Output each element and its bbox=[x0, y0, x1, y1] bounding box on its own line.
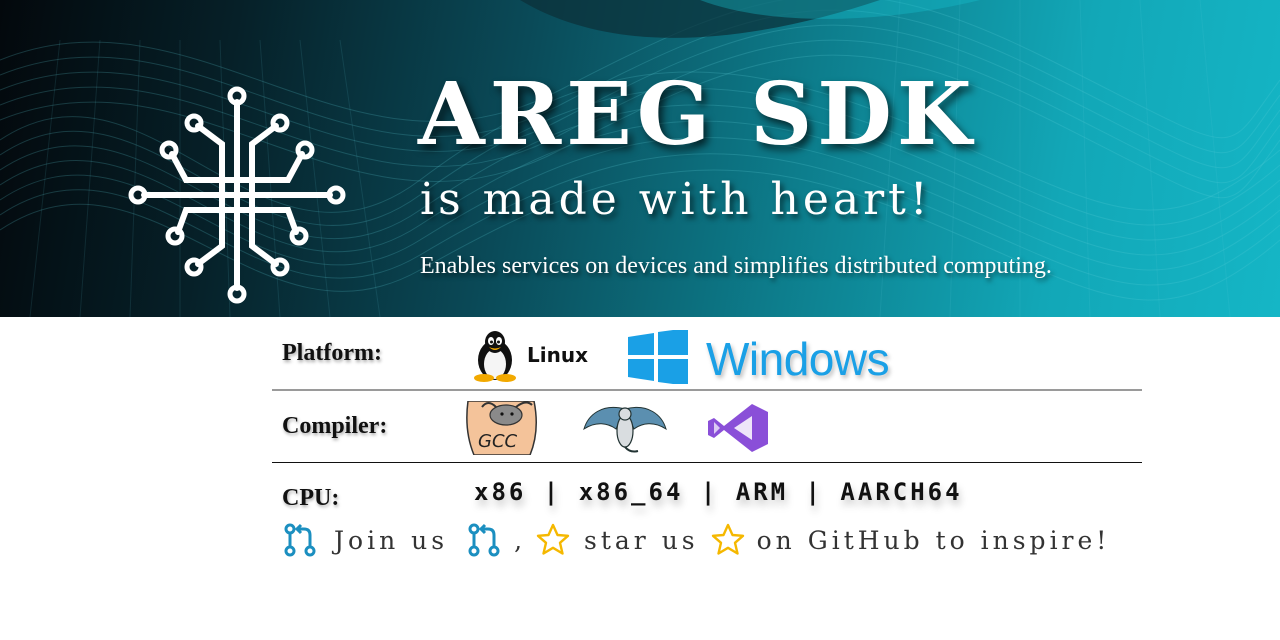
gcc-gnu-icon: GCC bbox=[466, 401, 538, 455]
tux-icon bbox=[474, 331, 516, 382]
hero-banner: AREG SDK is made with heart! Enables ser… bbox=[0, 0, 1280, 317]
gcc-label: GCC bbox=[478, 431, 518, 452]
pull-request-icon bbox=[284, 523, 316, 557]
circuit-logo-icon bbox=[128, 86, 346, 304]
github-cta: Join us , star us on GitHub to inspire! bbox=[282, 520, 1110, 560]
cpu-label: CPU: bbox=[282, 485, 340, 511]
subtitle: is made with heart! bbox=[420, 174, 932, 225]
page-title: AREG SDK bbox=[418, 64, 977, 165]
visual-studio-icon bbox=[708, 404, 768, 452]
platform-label: Platform: bbox=[282, 340, 382, 366]
windows-logo-icon bbox=[628, 330, 688, 384]
pull-request-icon bbox=[468, 523, 500, 557]
cta-tail: on GitHub to inspire! bbox=[756, 525, 1111, 555]
divider bbox=[272, 389, 1142, 391]
star-icon bbox=[536, 523, 570, 555]
llvm-dragon-icon bbox=[583, 407, 667, 453]
cpu-list: x86 | x86_64 | ARM | AARCH64 bbox=[474, 478, 963, 506]
star-icon bbox=[711, 523, 744, 555]
linux-label: Linux bbox=[527, 343, 588, 367]
cta-comma: , bbox=[514, 525, 527, 555]
compiler-label: Compiler: bbox=[282, 413, 388, 439]
divider bbox=[272, 462, 1142, 463]
cta-join: Join us bbox=[334, 525, 449, 555]
cta-star: star us bbox=[584, 525, 699, 555]
tagline: Enables services on devices and simplifi… bbox=[420, 253, 1052, 279]
windows-label: Windows bbox=[706, 333, 890, 385]
